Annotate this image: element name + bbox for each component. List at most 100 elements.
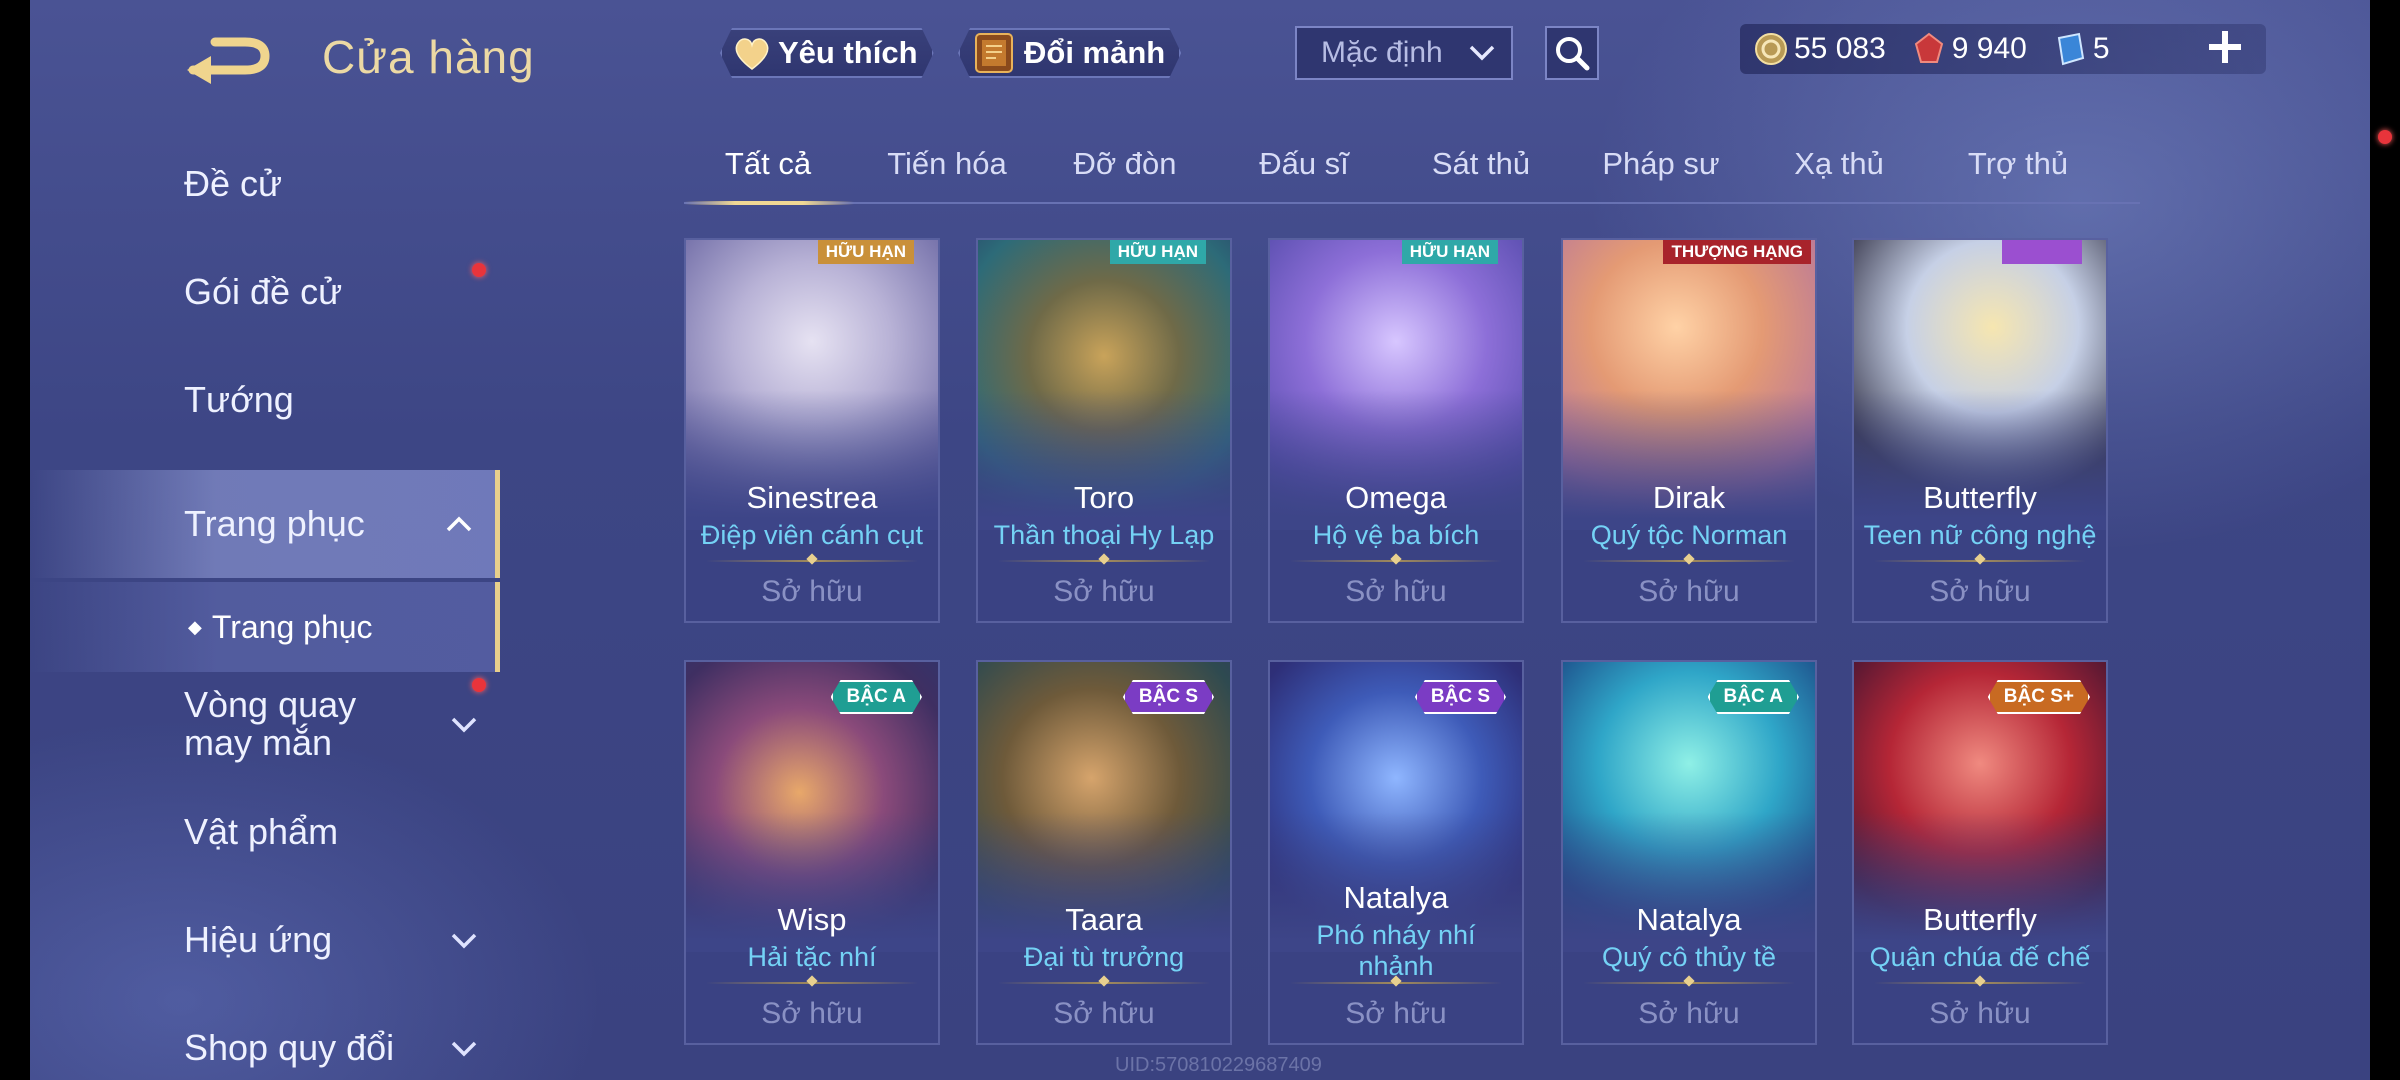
sidebar-item-items[interactable]: Vật phẩm: [30, 778, 500, 886]
hero-name: Dirak: [1652, 480, 1726, 515]
skin-card[interactable]: BẬC S Taara Đại tù trưởng Sở hữu: [976, 660, 1232, 1045]
tab-assassin[interactable]: Sát thủ: [1432, 146, 1530, 182]
card-divider: [706, 560, 918, 562]
owned-status: Sở hữu: [1638, 575, 1740, 608]
skin-card[interactable]: BẬC S Natalya Phó nháy nhí nhảnh Sở hữu: [1268, 660, 1524, 1045]
exchange-fragments-button[interactable]: Đổi mảnh: [958, 28, 1181, 78]
card-divider: [1583, 560, 1795, 562]
sort-dropdown[interactable]: Mặc định: [1295, 26, 1513, 80]
card-divider: [1874, 982, 2086, 984]
skin-name: Điệp viên cánh cụt: [700, 520, 924, 550]
hero-name: Taara: [1065, 902, 1143, 937]
skin-card[interactable]: BẬC S+ Butterfly Quận chúa đế chế Sở hữu: [1852, 660, 2108, 1045]
hero-name: Natalya: [1636, 902, 1742, 937]
card-divider: [1874, 560, 2086, 562]
tier-badge: BẬC A: [1708, 680, 1799, 714]
diamond-bullet-icon: ◆: [188, 616, 202, 637]
gold-amount: 55 083: [1794, 32, 1886, 65]
hero-name: Natalya: [1343, 880, 1449, 915]
hero-name: Toro: [1073, 480, 1135, 515]
owned-status: Sở hữu: [1638, 997, 1740, 1030]
skin-name: Phó nháy nhí nhảnh: [1316, 920, 1476, 982]
sort-value: Mặc định: [1321, 36, 1443, 69]
tab-support[interactable]: Trợ thủ: [1968, 146, 2068, 182]
limited-tag: HỮU HẠN: [1401, 240, 1498, 264]
search-button[interactable]: [1545, 26, 1599, 80]
tab-all[interactable]: Tất cả: [725, 146, 811, 182]
limited-tag: [2002, 240, 2082, 264]
sidebar-item-label: Gói đề cử: [184, 271, 343, 312]
notification-dot: [472, 263, 486, 277]
page-title: Cửa hàng: [322, 31, 535, 83]
tier-badge: BẬC A: [831, 680, 922, 714]
favorites-label: Yêu thích: [778, 35, 918, 70]
owned-status: Sở hữu: [1053, 997, 1155, 1030]
category-tabs: Tất cả Tiến hóa Đỡ đòn Đấu sĩ Sát thủ Ph…: [684, 138, 2140, 205]
sidebar-item-label: Hiệu ứng: [184, 919, 333, 960]
sidebar-item-label: Tướng: [184, 379, 294, 420]
card-divider: [998, 982, 1210, 984]
plus-icon[interactable]: [2205, 27, 2245, 67]
sidebar-item-label: Vòng quay may mắn: [184, 684, 357, 763]
sidebar-item-recommended[interactable]: Đề cử: [30, 130, 500, 238]
tab-evolution[interactable]: Tiến hóa: [887, 146, 1007, 182]
gold-coin-icon: [1755, 33, 1787, 65]
skin-card[interactable]: Butterfly Teen nữ công nghệ Sở hữu: [1852, 238, 2108, 623]
voucher-amount: 9 940: [1951, 32, 2027, 65]
skin-card[interactable]: BẬC A Wisp Hải tặc nhí Sở hữu: [684, 660, 940, 1045]
card-divider: [1290, 560, 1502, 562]
blue-ticket-icon: [2057, 32, 2084, 66]
back-arrow-icon[interactable]: [185, 30, 280, 88]
skin-name: Quý tộc Norman: [1590, 520, 1788, 550]
shop-screen: Cửa hàng Yêu thích Đổi mảnh Mặc định 55 …: [30, 0, 2392, 1080]
sidebar-subitem-label: Trang phục: [211, 608, 373, 645]
sidebar-item-label: Vật phẩm: [184, 811, 339, 852]
hero-name: Sinestrea: [746, 480, 878, 515]
chevron-down-icon: [451, 1041, 477, 1057]
chevron-down-icon: [451, 933, 477, 949]
tab-marksman[interactable]: Xạ thủ: [1794, 146, 1884, 182]
tab-mage[interactable]: Pháp sư: [1602, 146, 1719, 182]
limited-tag: HỮU HẠN: [817, 240, 914, 264]
skin-name: Teen nữ công nghệ: [1863, 520, 2097, 550]
sidebar-item-lucky-spin[interactable]: Vòng quay may mắn: [30, 670, 500, 778]
favorites-button[interactable]: Yêu thích: [720, 28, 934, 78]
sidebar-item-exchange-shop[interactable]: Shop quy đổi: [30, 994, 500, 1080]
sidebar-item-recommended-packs[interactable]: Gói đề cử: [30, 130, 2392, 346]
owned-status: Sở hữu: [761, 997, 863, 1030]
uid-watermark: UID:570810229687409: [1115, 1054, 1322, 1076]
owned-status: Sở hữu: [1345, 575, 1447, 608]
owned-status: Sở hữu: [1345, 997, 1447, 1030]
owned-status: Sở hữu: [761, 575, 863, 608]
skin-name: Hải tặc nhí: [747, 942, 877, 972]
limited-tag: THƯỢNG HẠNG: [1663, 240, 1811, 264]
chevron-down-icon: [1469, 45, 1495, 61]
skin-card[interactable]: HỮU HẠN Toro Thần thoại Hy Lạp Sở hữu: [976, 238, 1232, 623]
active-tab-indicator: [684, 201, 854, 205]
voucher-currency: 9 940: [1912, 32, 2027, 66]
hero-name: Wisp: [777, 902, 847, 937]
tab-fighter[interactable]: Đấu sĩ: [1259, 146, 1349, 182]
skin-card[interactable]: BẬC A Natalya Quý cô thủy tề Sở hữu: [1561, 660, 1817, 1045]
currency-bar: 55 083 9 940 5: [1740, 24, 2266, 74]
skin-card[interactable]: HỮU HẠN Sinestrea Điệp viên cánh cụt Sở hữu: [684, 238, 940, 623]
notification-dot: [472, 678, 486, 692]
sidebar-item-label: Trang phục: [184, 503, 365, 544]
sidebar-item-skins[interactable]: Trang phục: [30, 470, 500, 578]
gold-currency: 55 083: [1754, 32, 1886, 66]
sidebar-item-heroes[interactable]: Tướng: [30, 346, 500, 454]
owned-status: Sở hữu: [1929, 997, 2031, 1030]
skin-name: Quý cô thủy tề: [1601, 942, 1777, 972]
heart-icon: [732, 33, 772, 73]
skin-name: Đại tù trưởng: [1023, 942, 1185, 972]
hero-name: Butterfly: [1923, 480, 2037, 515]
sidebar-item-effects[interactable]: Hiệu ứng: [30, 886, 500, 994]
tier-badge: BẬC S+: [1988, 680, 2090, 714]
skin-card[interactable]: THƯỢNG HẠNG Dirak Quý tộc Norman Sở hữu: [1561, 238, 1817, 623]
card-divider: [1290, 982, 1502, 984]
sidebar-subitem-skins[interactable]: ◆ Trang phục: [30, 582, 500, 672]
hero-name: Omega: [1345, 480, 1447, 515]
tab-tank[interactable]: Đỡ đòn: [1073, 146, 1176, 182]
sidebar-item-label: Shop quy đổi: [184, 1027, 395, 1068]
skin-card[interactable]: HỮU HẠN Omega Hộ vệ ba bích Sở hữu: [1268, 238, 1524, 623]
